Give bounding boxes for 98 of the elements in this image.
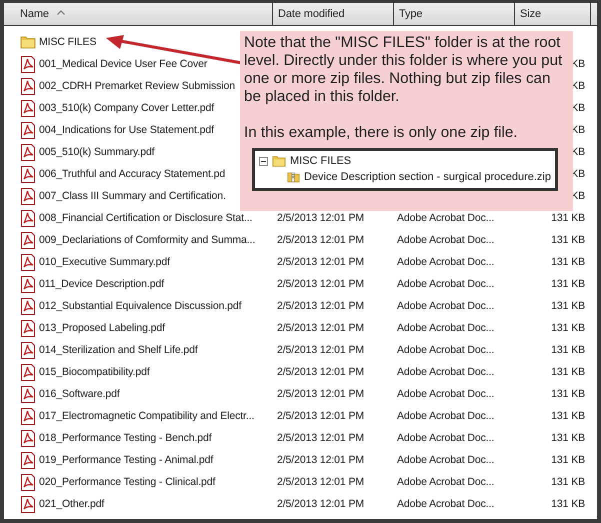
file-size: 131 KB [551,498,585,510]
file-size: 131 KB [551,212,585,224]
date-modified: 2/5/2013 12:01 PM [277,410,364,422]
date-modified: 2/5/2013 12:01 PM [277,454,364,466]
file-size: 131 KB [551,278,585,290]
file-name[interactable]: 019_Performance Testing - Animal.pdf [39,454,214,466]
date-modified: 2/5/2013 12:01 PM [277,476,364,488]
file-name[interactable]: 002_CDRH Premarket Review Submission [39,80,235,92]
column-header[interactable]: Type [394,3,514,25]
column-header[interactable]: Name [4,3,272,25]
file-name[interactable]: 014_Sterilization and Shelf Life.pdf [39,344,198,356]
file-type: Adobe Acrobat Doc... [397,498,494,510]
file-type: Adobe Acrobat Doc... [397,212,494,224]
file-size: 131 KB [551,388,585,400]
pdf-file-icon [20,276,36,292]
file-size: 131 KB [551,454,585,466]
date-modified: 2/5/2013 12:01 PM [277,322,364,334]
date-modified: 2/5/2013 12:01 PM [277,300,364,312]
file-type: Adobe Acrobat Doc... [397,322,494,334]
file-name[interactable]: 020_Performance Testing - Clinical.pdf [39,476,216,488]
file-type: Adobe Acrobat Doc... [397,234,494,246]
pdf-file-icon [20,254,36,270]
pdf-file-icon [20,78,36,94]
column-header[interactable]: Size [515,3,590,25]
folder-icon [272,154,286,168]
file-type: Adobe Acrobat Doc... [397,454,494,466]
pdf-file-icon [20,188,36,204]
pdf-file-icon [20,408,36,424]
file-name[interactable]: 009_Declariations of Comformity and Summa... [39,234,256,246]
date-modified: 2/5/2013 12:01 PM [277,344,364,356]
file-name[interactable]: 015_Biocompatibility.pdf [39,366,150,378]
file-type: Adobe Acrobat Doc... [397,300,494,312]
file-name[interactable]: 013_Proposed Labeling.pdf [39,322,165,334]
pdf-file-icon [20,430,36,446]
file-name[interactable]: 017_Electromagnetic Compatibility and Electr... [39,410,254,422]
date-modified: 2/5/2013 12:01 PM [277,256,364,268]
pdf-file-icon [20,496,36,512]
file-size: 131 KB [551,366,585,378]
file-name[interactable]: 008_Financial Certification or Disclosure Stat... [39,212,252,224]
file-type: Adobe Acrobat Doc... [397,344,494,356]
date-modified: 2/5/2013 12:01 PM [277,212,364,224]
file-name[interactable]: 004_Indications for Use Statement.pdf [39,124,214,136]
file-name[interactable]: 006_Truthful and Accuracy Statement.pd [39,168,226,180]
pdf-file-icon [20,364,36,380]
file-name[interactable]: 021_Other.pdf [39,498,104,510]
file-name[interactable]: 005_510(k) Summary.pdf [39,146,154,158]
pdf-file-icon [20,210,36,226]
file-size: 131 KB [551,410,585,422]
pdf-file-icon [20,100,36,116]
pdf-file-icon [20,320,36,336]
column-header [591,3,597,25]
file-size: 131 KB [551,300,585,312]
file-name[interactable]: 018_Performance Testing - Bench.pdf [39,432,212,444]
file-size: 131 KB [551,432,585,444]
date-modified: 2/5/2013 12:01 PM [277,234,364,246]
file-size: 131 KB [551,344,585,356]
file-type: Adobe Acrobat Doc... [397,432,494,444]
tree-label[interactable]: Device Description section - surgical procedure.zip [304,171,551,183]
pdf-file-icon [20,166,36,182]
file-type: Adobe Acrobat Doc... [397,410,494,422]
pdf-file-icon [20,342,36,358]
date-modified: 2/5/2013 12:01 PM [277,388,364,400]
file-type: Adobe Acrobat Doc... [397,388,494,400]
pdf-file-icon [20,298,36,314]
file-name[interactable]: 016_Software.pdf [39,388,120,400]
pdf-file-icon [20,232,36,248]
pdf-file-icon [20,56,36,72]
file-type: Adobe Acrobat Doc... [397,256,494,268]
file-size: 131 KB [551,234,585,246]
example-text: In this example, there is only one zip file. [244,124,519,142]
date-modified: 2/5/2013 12:01 PM [277,498,364,510]
file-type: Adobe Acrobat Doc... [397,278,494,290]
collapse-icon[interactable] [259,156,268,166]
file-size: 131 KB [551,476,585,488]
file-size: 131 KB [551,256,585,268]
date-modified: 2/5/2013 12:01 PM [277,278,364,290]
file-name[interactable]: MISC FILES [39,36,96,48]
file-name[interactable]: 012_Substantial Equivalence Discussion.pdf [39,300,242,312]
folder-icon [20,34,36,50]
file-name[interactable]: 003_510(k) Company Cover Letter.pdf [39,102,214,114]
tree-label[interactable]: MISC FILES [290,155,352,167]
file-name[interactable]: 011_Device Description.pdf [39,278,164,290]
file-name[interactable]: 010_Executive Summary.pdf [39,256,170,268]
pdf-file-icon [20,122,36,138]
file-type: Adobe Acrobat Doc... [397,476,494,488]
column-header[interactable]: Date modified [273,3,393,25]
pdf-file-icon [20,386,36,402]
pdf-file-icon [20,452,36,468]
file-type: Adobe Acrobat Doc... [397,366,494,378]
zip-folder-icon [287,170,300,184]
note-text: Note that the "MISC FILES" folder is at the root level. Directly under this folder is where you put one or more zip files. Nothing but zip files can be placed in this folder. [244,34,564,106]
file-name[interactable]: 007_Class III Summary and Certification. [39,190,226,202]
file-name[interactable]: 001_Medical Device User Fee Cover [39,58,208,70]
pdf-file-icon [20,144,36,160]
file-size: 131 KB [551,322,585,334]
date-modified: 2/5/2013 12:01 PM [277,366,364,378]
date-modified: 2/5/2013 12:01 PM [277,432,364,444]
pdf-file-icon [20,474,36,490]
